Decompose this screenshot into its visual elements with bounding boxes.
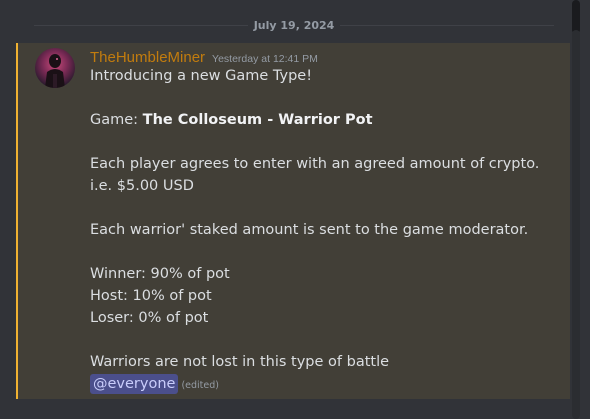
scrollbar-thumb-top[interactable] [572,0,580,34]
message-line: @everyone (edited) [90,373,560,397]
message-timestamp[interactable]: Yesterday at 12:41 PM [212,53,318,65]
message-line: Winner: 90% of pot [90,266,230,282]
chat-message[interactable]: TheHumbleMiner Yesterday at 12:41 PM Int… [16,43,570,399]
message-line: Introducing a new Game Type! [90,68,313,84]
scrollbar-track[interactable] [572,30,580,419]
edited-indicator: (edited) [181,380,219,391]
date-divider-text: July 19, 2024 [253,18,335,32]
avatar[interactable] [35,48,75,88]
message-line: Host: 10% of pot [90,288,212,304]
warrior-silhouette-icon [45,54,65,88]
username[interactable]: TheHumbleMiner [90,49,205,66]
message-line: Loser: 0% of pot [90,310,209,326]
message-line: Warriors are not lost in this type of ba… [90,354,390,370]
chat-view: July 19, 2024 TheHumbleMiner Yesterday a… [0,0,590,419]
message-line: Each warrior' staked amount is sent to t… [90,222,529,238]
game-name-bold: The Colloseum - Warrior Pot [142,112,373,128]
game-label: Game: [90,112,143,128]
message-line: i.e. $5.00 USD [90,178,194,194]
mention-highlight-bar [16,43,18,399]
everyone-mention[interactable]: @everyone [90,374,179,394]
message-line: Game: The Colloseum - Warrior Pot [90,109,560,131]
divider-line-left [34,24,248,26]
message-content: Introducing a new Game Type! Game: The C… [90,65,560,397]
date-divider: July 19, 2024 [0,17,576,33]
message-header: TheHumbleMiner Yesterday at 12:41 PM [90,49,318,66]
message-line: Each player agrees to enter with an agre… [90,156,540,172]
divider-line-right [340,24,555,26]
